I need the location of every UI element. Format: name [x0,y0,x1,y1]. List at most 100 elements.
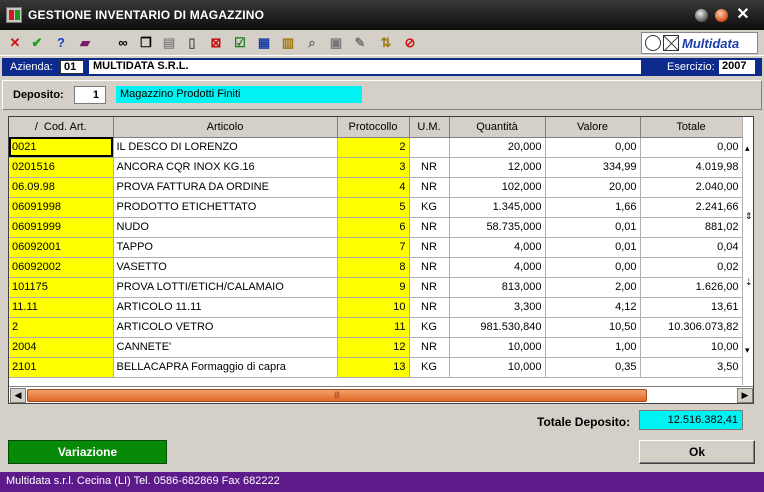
cell-totale[interactable]: 3,50 [640,357,743,378]
cell-valore[interactable]: 0,01 [545,237,641,258]
cell-cod-art[interactable]: 2004 [9,337,114,358]
variazione-button[interactable]: Variazione [8,440,167,464]
binoculars-icon[interactable]: ∞ [114,34,132,52]
column-header-quantita[interactable]: Quantità [449,117,546,138]
cell-cod-art[interactable]: 06091999 [9,217,114,238]
cell-quantita[interactable]: 3,300 [449,297,546,318]
column-header-protocollo[interactable]: Protocollo [337,117,410,138]
minimize-button[interactable] [695,9,708,22]
cell-quantita[interactable]: 4,000 [449,237,546,258]
cell-protocollo[interactable]: 11 [337,317,410,338]
cell-totale[interactable]: 1.626,00 [640,277,743,298]
confirm-icon[interactable]: ✔ [28,34,46,52]
cell-protocollo[interactable]: 5 [337,197,410,218]
table-row[interactable]: 06091998 PRODOTTO ETICHETTATO 5 KG 1.345,000… [9,197,743,218]
cell-cod-art[interactable]: 06092001 [9,237,114,258]
cell-valore[interactable]: 20,00 [545,177,641,198]
cell-totale[interactable]: 0,02 [640,257,743,278]
book-icon[interactable]: ▰ [76,34,94,52]
sort-icon[interactable]: ⇅ [377,34,395,52]
horizontal-scroll-thumb[interactable]: ||| [27,389,647,402]
cell-cod-art[interactable]: 06092002 [9,257,114,278]
table-row[interactable]: 06.09.98 PROVA FATTURA DA ORDINE 4 NR 102,00… [9,177,743,198]
vertical-scrollbar[interactable]: ▴ ⇕ ⇣ ▾ [742,117,753,385]
paste-icon[interactable]: ▤ [160,34,178,52]
table-row[interactable]: 2004 CANNETE' 12 NR 10,000 1,00 10,00 [9,337,743,358]
cell-articolo[interactable]: CANNETE' [113,337,338,358]
table-row[interactable]: 101175 PROVA LOTTI/ETICH/CALAMAIO 9 NR 813,0… [9,277,743,298]
cell-articolo[interactable]: ANCORA CQR INOX KG.16 [113,157,338,178]
table-row[interactable]: 11.11 ARTICOLO 11.11 10 NR 3,300 4,12 13,61 [9,297,743,318]
table-row[interactable]: 2101 BELLACAPRA Formaggio di capra 13 KG 10,… [9,357,743,378]
grid-icon[interactable]: ▦ [255,34,273,52]
cell-valore[interactable]: 4,12 [545,297,641,318]
cell-cod-art[interactable]: 0021 [9,137,114,158]
cell-cod-art[interactable]: 11.11 [9,297,114,318]
new-document-icon[interactable]: ▯ [183,34,201,52]
ok-button[interactable]: Ok [639,440,755,464]
cell-totale[interactable]: 10.306.073,82 [640,317,743,338]
delete-document-icon[interactable]: ⊠ [207,34,225,52]
cell-um[interactable]: NR [409,257,450,278]
cell-totale[interactable]: 2.040,00 [640,177,743,198]
cell-totale[interactable]: 0,00 [640,137,743,158]
cell-quantita[interactable]: 58.735,000 [449,217,546,238]
cell-um[interactable]: NR [409,297,450,318]
cell-totale[interactable]: 2.241,66 [640,197,743,218]
cell-totale[interactable]: 13,61 [640,297,743,318]
help-icon[interactable]: ? [52,34,70,52]
cell-um[interactable]: NR [409,177,450,198]
scroll-page-icon[interactable]: ⇕ [745,211,753,222]
cell-articolo[interactable]: NUDO [113,217,338,238]
column-header-articolo[interactable]: Articolo [113,117,338,138]
cell-um[interactable] [409,137,450,158]
cell-um[interactable]: KG [409,197,450,218]
cell-protocollo[interactable]: 7 [337,237,410,258]
export-icon[interactable]: ▣ [327,34,345,52]
search-records-icon[interactable]: ⌕ [303,34,321,52]
maximize-button[interactable] [715,9,728,22]
cell-articolo[interactable]: PROVA LOTTI/ETICH/CALAMAIO [113,277,338,298]
cell-articolo[interactable]: TAPPO [113,237,338,258]
cell-quantita[interactable]: 981.530,840 [449,317,546,338]
scroll-right-icon[interactable]: ▶ [737,388,753,403]
table-row[interactable]: 0201516 ANCORA CQR INOX KG.16 3 NR 12,000 334… [9,157,743,178]
table-row[interactable]: 2 ARTICOLO VETRO 11 KG 981.530,840 10,50 10.30… [9,317,743,338]
cell-protocollo[interactable]: 3 [337,157,410,178]
cell-quantita[interactable]: 4,000 [449,257,546,278]
cell-protocollo[interactable]: 10 [337,297,410,318]
cell-protocollo[interactable]: 9 [337,277,410,298]
scroll-left-icon[interactable]: ◀ [10,388,26,403]
cell-quantita[interactable]: 813,000 [449,277,546,298]
cell-cod-art[interactable]: 101175 [9,277,114,298]
cell-valore[interactable]: 334,99 [545,157,641,178]
cell-quantita[interactable]: 12,000 [449,157,546,178]
cell-protocollo[interactable]: 8 [337,257,410,278]
cell-totale[interactable]: 0,04 [640,237,743,258]
cell-valore[interactable]: 1,66 [545,197,641,218]
cell-cod-art[interactable]: 06.09.98 [9,177,114,198]
cell-valore[interactable]: 0,01 [545,217,641,238]
cell-articolo[interactable]: IL DESCO DI LORENZO [113,137,338,158]
edit-icon[interactable]: ✎ [351,34,369,52]
cell-cod-art[interactable]: 06091998 [9,197,114,218]
cell-protocollo[interactable]: 13 [337,357,410,378]
cell-valore[interactable]: 0,00 [545,137,641,158]
cell-um[interactable]: NR [409,237,450,258]
cell-articolo[interactable]: PRODOTTO ETICHETTATO [113,197,338,218]
inventory-grid[interactable]: / Cod. Art. Articolo Protocollo U.M. Quan… [8,116,754,404]
cell-quantita[interactable]: 102,000 [449,177,546,198]
cell-um[interactable]: NR [409,277,450,298]
cell-articolo[interactable]: BELLACAPRA Formaggio di capra [113,357,338,378]
deposito-number-field[interactable]: 1 [74,86,106,104]
cell-articolo[interactable]: PROVA FATTURA DA ORDINE [113,177,338,198]
scroll-page-down-icon[interactable]: ⇣ [745,277,753,288]
copy-icon[interactable]: ❐ [137,34,155,52]
cell-protocollo[interactable]: 6 [337,217,410,238]
cell-valore[interactable]: 1,00 [545,337,641,358]
cell-cod-art[interactable]: 2 [9,317,114,338]
cell-um[interactable]: NR [409,337,450,358]
cancel-icon[interactable]: ✕ [6,34,24,52]
cell-protocollo[interactable]: 12 [337,337,410,358]
cell-um[interactable]: KG [409,357,450,378]
